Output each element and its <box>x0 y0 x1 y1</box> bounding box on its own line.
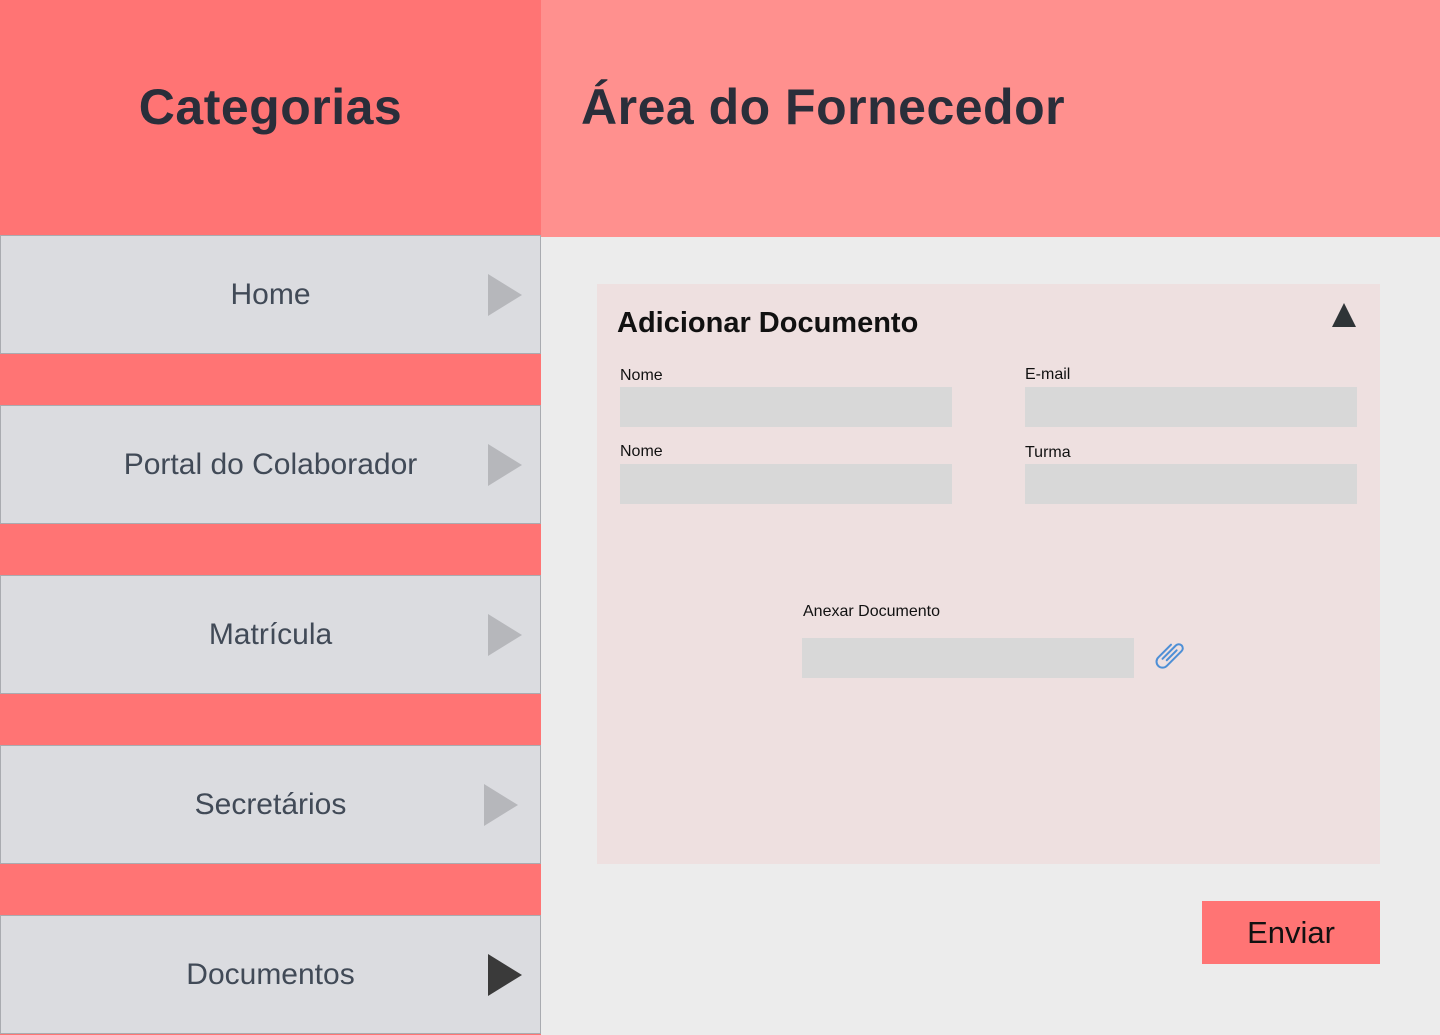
sidebar-item-secretarios[interactable]: Secretários <box>0 745 541 864</box>
sidebar-item-portal-do-colaborador[interactable]: Portal do Colaborador <box>0 405 541 524</box>
sidebar-item-label: Secretários <box>194 787 347 821</box>
class-field[interactable] <box>1025 464 1357 504</box>
name-field-2[interactable] <box>620 464 952 504</box>
panel-title: Adicionar Documento <box>617 307 919 339</box>
sidebar-item-documentos[interactable]: Documentos <box>0 915 541 1034</box>
sidebar-item-label: Matrícula <box>208 617 333 651</box>
chevron-right-icon <box>488 613 522 656</box>
chevron-right-icon <box>488 953 522 996</box>
sidebar-title: Categorias <box>138 78 403 135</box>
name-field-2-label: Nome <box>620 443 663 460</box>
name-field-label: Nome <box>620 367 663 384</box>
add-document-panel: Adicionar Documento Nome E-mail Nome Tur… <box>597 284 1380 864</box>
sidebar-item-label: Documentos <box>186 957 355 991</box>
attachment-label: Anexar Documento <box>803 603 940 620</box>
chevron-right-icon <box>488 273 522 316</box>
sidebar-item-matricula[interactable]: Matrícula <box>0 575 541 694</box>
sidebar-item-label: Home <box>230 277 311 311</box>
paperclip-icon[interactable] <box>1150 635 1192 677</box>
email-field[interactable] <box>1025 387 1357 427</box>
page-title: Área do Fornecedor <box>581 79 1066 135</box>
sidebar-header: Categorias <box>0 0 541 235</box>
triangle-up-icon[interactable] <box>1332 303 1356 327</box>
chevron-right-icon <box>488 443 522 486</box>
email-field-label: E-mail <box>1025 366 1071 383</box>
class-field-label: Turma <box>1025 444 1071 461</box>
chevron-right-icon <box>484 783 518 826</box>
sidebar-item-label: Portal do Colaborador <box>123 447 418 481</box>
attachment-field[interactable] <box>802 638 1134 678</box>
name-field[interactable] <box>620 387 952 427</box>
header: Área do Fornecedor <box>541 0 1440 237</box>
page: Categorias Home Portal do Colaborador Ma… <box>0 0 1440 1035</box>
submit-button[interactable]: Enviar <box>1202 901 1380 964</box>
sidebar: Categorias Home Portal do Colaborador Ma… <box>0 0 541 1035</box>
sidebar-item-home[interactable]: Home <box>0 235 541 354</box>
